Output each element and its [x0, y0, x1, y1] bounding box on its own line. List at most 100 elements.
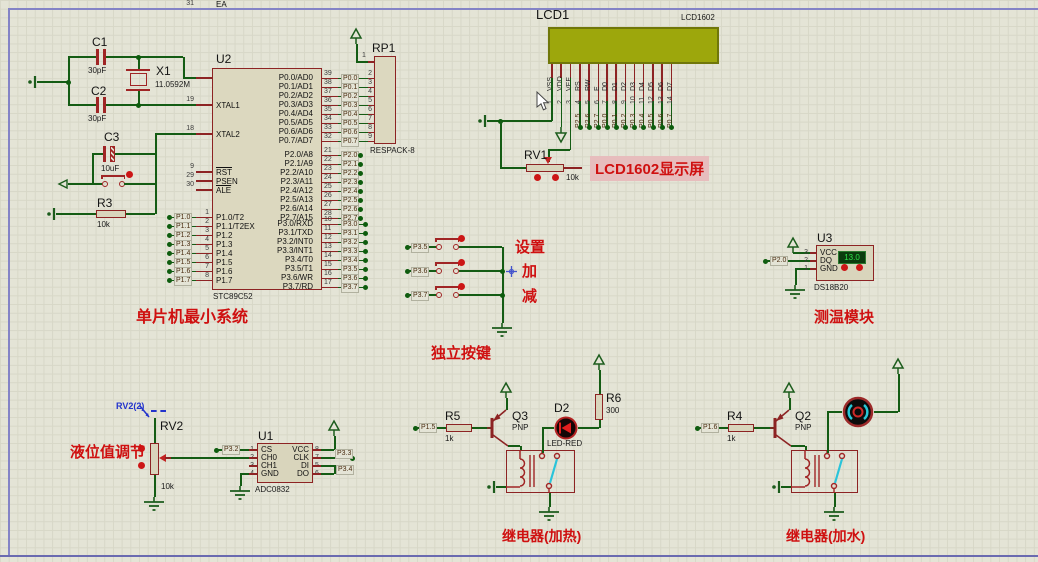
wire — [827, 412, 829, 453]
wire — [124, 183, 155, 185]
crystal-bar[interactable] — [126, 69, 150, 71]
pin-name: E — [594, 66, 602, 91]
transistor-q2[interactable] — [770, 404, 794, 448]
x1-value: 11.0592M — [155, 80, 190, 89]
power-terminal-icon — [328, 420, 340, 436]
wire — [68, 104, 96, 106]
wire — [155, 133, 196, 135]
push-button[interactable] — [435, 238, 459, 240]
crystal-bar[interactable] — [126, 89, 150, 91]
rv2-decrease-dot[interactable] — [138, 462, 145, 469]
wire — [542, 428, 544, 453]
rv1-increase-dot[interactable] — [552, 174, 559, 181]
respack-rp1-body[interactable] — [374, 56, 396, 144]
pin-stub — [322, 287, 338, 289]
resistor-r6[interactable] — [595, 394, 603, 420]
wire — [551, 78, 553, 121]
net-label: P1.7 — [174, 276, 192, 286]
net-terminal-dot — [614, 125, 619, 130]
pin-number: 31 — [178, 0, 194, 7]
motor-icon[interactable] — [842, 396, 874, 428]
push-button[interactable] — [435, 286, 459, 288]
crystal-x1[interactable] — [130, 73, 147, 86]
relay-water-caption: 继电器(加水) — [786, 526, 865, 546]
reset-button-indicator[interactable] — [126, 171, 133, 178]
button-indicator[interactable] — [458, 235, 465, 242]
u2-port3-rows: 10P3.011P3.112P3.213P3.314P3.415P3.516P3… — [322, 220, 376, 292]
key-plus-label: 加 — [522, 260, 537, 281]
reset-button-tick — [101, 175, 103, 179]
wire — [321, 449, 334, 451]
ground-icon — [143, 497, 165, 512]
button-indicator[interactable] — [458, 283, 465, 290]
pot-rv1-body[interactable] — [526, 164, 564, 172]
wire — [599, 370, 601, 394]
wire — [92, 153, 103, 155]
rv2-value: 10k — [161, 482, 174, 491]
mouse-cursor-icon — [536, 92, 550, 112]
relay-water-internals — [791, 450, 858, 493]
net-terminal-dot — [623, 125, 628, 130]
button-indicator[interactable] — [458, 259, 465, 266]
pin-number: 17 — [324, 279, 332, 287]
button-terminal — [436, 244, 442, 250]
wire — [115, 153, 155, 155]
key-minus-label: 减 — [522, 285, 537, 306]
push-button[interactable] — [435, 262, 459, 264]
net-terminal-dot — [632, 125, 637, 130]
transistor-q3[interactable] — [487, 404, 511, 448]
pin-stub — [313, 473, 321, 475]
pin-number: 26 — [324, 192, 332, 200]
net-terminal-dot — [363, 240, 368, 245]
ground-left-icon — [771, 480, 781, 494]
reset-button-tick — [124, 175, 126, 179]
push-button-row: P3.7 — [405, 291, 505, 315]
wire — [548, 149, 570, 151]
u3-temp-down-dot[interactable] — [856, 264, 863, 271]
level-caption: 液位值调节 — [70, 441, 145, 462]
capacitor-c1[interactable] — [96, 49, 99, 65]
schematic-canvas[interactable]: C1 30pF C2 30pF X1 11.0592M C3 10uF R3 1… — [0, 0, 1038, 562]
net-terminal-dot — [578, 125, 583, 130]
lcd-pin-column: D411P0.4 — [639, 64, 648, 131]
pin-number: 29 — [178, 172, 194, 179]
lcd-screen[interactable] — [548, 27, 719, 64]
net-terminal-dot — [669, 125, 674, 130]
rv1-decrease-dot[interactable] — [534, 174, 541, 181]
wire — [154, 475, 156, 497]
c1-value: 30pF — [88, 66, 106, 75]
net-terminal-dot — [358, 189, 363, 194]
capacitor-c3[interactable] — [103, 146, 106, 162]
resistor-r3[interactable] — [96, 210, 126, 218]
resistor-r4[interactable] — [728, 424, 754, 432]
rp-pin-number: 4 — [362, 88, 372, 96]
wire — [502, 247, 504, 323]
wire — [496, 486, 506, 488]
wire — [155, 134, 157, 214]
u3-temp-up-dot[interactable] — [841, 264, 848, 271]
r6-ref: R6 — [606, 391, 621, 405]
ground-icon — [538, 507, 560, 522]
lcd-pin-column: RS4P2.5 — [575, 64, 584, 131]
pin-number: 9 — [178, 163, 194, 170]
pin-number: 30 — [178, 181, 194, 188]
resistor-r5[interactable] — [446, 424, 472, 432]
q2-type: PNP — [795, 423, 811, 432]
net-terminal-dot — [363, 267, 368, 272]
r5-value: 1k — [445, 434, 453, 443]
pin-stub — [249, 465, 257, 467]
pin-number: 32 — [324, 133, 332, 141]
capacitor-c2[interactable] — [96, 97, 99, 113]
ground-icon — [823, 507, 845, 522]
wire — [92, 154, 94, 184]
power-down-terminal-icon — [555, 127, 567, 143]
reset-button-bar[interactable] — [101, 175, 125, 177]
led-d2[interactable] — [554, 416, 578, 440]
pin-label: P0.4/AD4 — [212, 109, 318, 118]
pin-name: D7 — [667, 66, 675, 91]
pin-number: 15 — [324, 261, 332, 269]
lcd-pin-column: D714P0.7 — [667, 64, 676, 131]
net-terminal-dot — [363, 276, 368, 281]
lcd-pin-column: RW5P2.6 — [585, 64, 594, 131]
rp-pin-number: 5 — [362, 97, 372, 105]
